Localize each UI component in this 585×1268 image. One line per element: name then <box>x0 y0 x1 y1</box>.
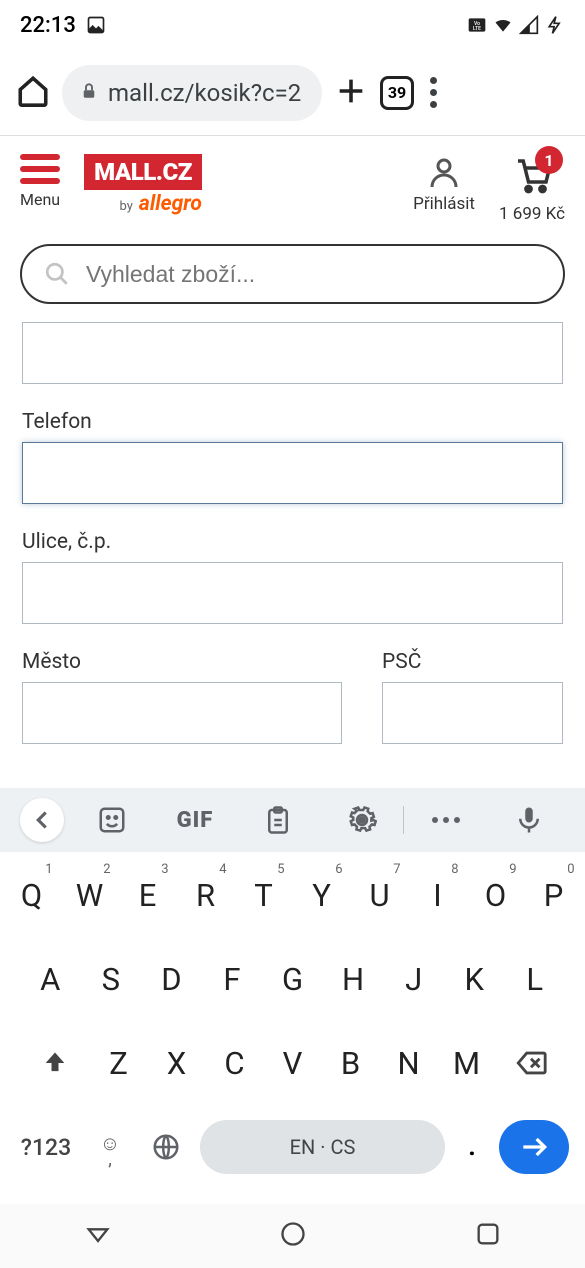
language-key[interactable] <box>144 1132 188 1162</box>
more-icon[interactable] <box>404 817 487 823</box>
key-q[interactable]: Q1 <box>3 860 61 930</box>
key-t[interactable]: T5 <box>235 860 293 930</box>
key-a[interactable]: A <box>20 944 81 1014</box>
clipboard-icon[interactable] <box>237 805 320 835</box>
browser-bar: mall.cz/kosik?c=2 39 <box>0 50 585 136</box>
key-d[interactable]: D <box>141 944 202 1014</box>
search-icon <box>44 261 70 287</box>
site-logo[interactable]: MALL.CZ by allegro <box>84 154 202 216</box>
street-field[interactable] <box>22 562 563 624</box>
key-f[interactable]: F <box>202 944 263 1014</box>
key-c[interactable]: C <box>206 1028 264 1098</box>
zip-field[interactable] <box>382 682 563 744</box>
key-l[interactable]: L <box>504 944 565 1014</box>
cart-button[interactable]: 1 1 699 Kč <box>499 154 565 224</box>
android-nav-bar <box>0 1204 585 1268</box>
mic-icon[interactable] <box>488 805 571 835</box>
login-label: Přihlásit <box>413 194 475 214</box>
nav-recent-icon[interactable] <box>474 1220 502 1252</box>
key-u[interactable]: U7 <box>351 860 409 930</box>
phone-field[interactable] <box>22 442 563 504</box>
key-n[interactable]: N <box>380 1028 438 1098</box>
key-e[interactable]: E3 <box>119 860 177 930</box>
period-key[interactable]: . <box>457 1132 487 1162</box>
city-field[interactable] <box>22 682 342 744</box>
lock-icon <box>80 82 98 104</box>
key-y[interactable]: Y6 <box>293 860 351 930</box>
mall-logo-text: MALL.CZ <box>84 154 202 190</box>
keyboard: GIF Q1W2E3R4T5Y6U7I8O9P0 ASDFGHJKL ZXCVB… <box>0 788 585 1268</box>
status-time: 22:13 <box>20 13 76 38</box>
key-r[interactable]: R4 <box>177 860 235 930</box>
zip-label: PSČ <box>382 650 563 674</box>
picture-icon <box>86 15 106 35</box>
street-label: Ulice, č.p. <box>22 530 563 554</box>
home-icon[interactable] <box>16 74 50 112</box>
search-bar[interactable] <box>20 244 565 304</box>
enter-key[interactable] <box>499 1120 569 1174</box>
login-button[interactable]: Přihlásit <box>413 154 475 214</box>
key-s[interactable]: S <box>81 944 142 1014</box>
key-x[interactable]: X <box>148 1028 206 1098</box>
signal-icon <box>519 15 539 35</box>
key-v[interactable]: V <box>264 1028 322 1098</box>
keyboard-row-3: ZXCVBNM <box>2 1028 583 1098</box>
key-g[interactable]: G <box>262 944 323 1014</box>
sticker-icon[interactable] <box>70 805 153 835</box>
new-tab-icon[interactable] <box>334 74 368 112</box>
space-key[interactable]: EN · CS <box>200 1120 445 1174</box>
field-above[interactable] <box>22 322 563 384</box>
search-input[interactable] <box>86 261 541 288</box>
tab-count[interactable]: 39 <box>380 76 414 110</box>
cart-badge: 1 <box>535 146 563 174</box>
phone-label: Telefon <box>22 410 563 434</box>
svg-text:LTE: LTE <box>473 26 481 32</box>
keyboard-bottom-row: ?123 ☺, EN · CS . <box>2 1112 583 1192</box>
key-h[interactable]: H <box>323 944 384 1014</box>
gif-button[interactable]: GIF <box>153 808 236 833</box>
key-k[interactable]: K <box>444 944 505 1014</box>
emoji-key[interactable]: ☺, <box>88 1131 132 1164</box>
keyboard-row-1: Q1W2E3R4T5Y6U7I8O9P0 <box>2 860 583 930</box>
cart-total: 1 699 Kč <box>499 204 565 224</box>
keyboard-row-2: ASDFGHJKL <box>2 944 583 1014</box>
key-w[interactable]: W2 <box>61 860 119 930</box>
key-o[interactable]: O9 <box>467 860 525 930</box>
checkout-form: Telefon Ulice, č.p. Město PSČ <box>0 322 585 744</box>
key-m[interactable]: M <box>438 1028 496 1098</box>
url-bar[interactable]: mall.cz/kosik?c=2 <box>62 65 322 121</box>
backspace-key[interactable] <box>496 1028 566 1098</box>
site-header: Menu MALL.CZ by allegro Přihlásit 1 1 69… <box>0 136 585 234</box>
volte-icon: VoLTE <box>467 15 487 35</box>
allegro-logo-text: allegro <box>139 192 202 216</box>
nav-back-icon[interactable] <box>84 1220 112 1252</box>
key-j[interactable]: J <box>383 944 444 1014</box>
by-text: by <box>120 199 133 214</box>
charging-icon <box>545 15 565 35</box>
key-p[interactable]: P0 <box>525 860 583 930</box>
menu-label: Menu <box>20 190 60 209</box>
search-row <box>0 234 585 322</box>
key-z[interactable]: Z <box>90 1028 148 1098</box>
symbols-key[interactable]: ?123 <box>16 1134 76 1161</box>
key-b[interactable]: B <box>322 1028 380 1098</box>
key-i[interactable]: I8 <box>409 860 467 930</box>
shift-key[interactable] <box>20 1028 90 1098</box>
browser-menu-icon[interactable] <box>426 73 441 112</box>
hamburger-icon <box>20 154 60 184</box>
city-label: Město <box>22 650 342 674</box>
status-bar: 22:13 VoLTE <box>0 0 585 50</box>
keyboard-toolbar: GIF <box>0 788 585 852</box>
menu-button[interactable]: Menu <box>20 154 60 209</box>
nav-home-icon[interactable] <box>279 1220 307 1252</box>
wifi-icon <box>493 15 513 35</box>
user-icon <box>426 154 462 190</box>
keyboard-back-button[interactable] <box>20 798 64 842</box>
settings-icon[interactable] <box>320 805 403 835</box>
url-text: mall.cz/kosik?c=2 <box>108 79 301 107</box>
